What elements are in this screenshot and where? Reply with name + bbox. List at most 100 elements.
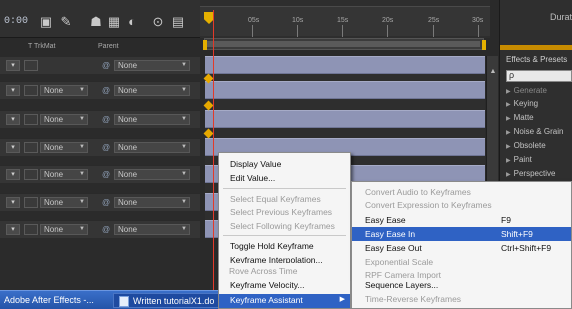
layer-row[interactable]: ▾ None ▼ @ None ▼	[0, 165, 200, 183]
submenu-item-convert-audio-to-keyframes[interactable]: Convert Audio to Keyframes	[352, 185, 571, 199]
layer-duration-bar[interactable]	[205, 81, 485, 99]
pickwhip-icon[interactable]: @	[100, 85, 112, 96]
layer-switch-box[interactable]	[24, 169, 38, 180]
layer-switch-dropdown[interactable]: ▾	[6, 224, 20, 235]
effects-search-input[interactable]: ρ	[506, 70, 572, 82]
effects-presets-tab[interactable]: Effects & Presets	[506, 55, 567, 64]
menu-item-keyframe-velocity[interactable]: Keyframe Velocity...	[230, 280, 304, 290]
parent-dropdown[interactable]: None ▼	[114, 142, 190, 153]
layer-switch-dropdown[interactable]: ▾	[6, 169, 20, 180]
parent-dropdown[interactable]: None ▼	[114, 85, 190, 96]
menu-item-display-value[interactable]: Display Value	[219, 157, 350, 171]
layer-duration-bar[interactable]	[205, 110, 485, 128]
submenu-item-time-reverse-keyframes[interactable]: Time-Reverse Keyframes	[365, 294, 461, 304]
layer-switch-box[interactable]	[24, 114, 38, 125]
layer-row[interactable]: ▾ @ None ▼	[0, 56, 200, 74]
work-area-bar[interactable]	[204, 38, 484, 50]
layer-switch-box[interactable]	[24, 60, 38, 71]
layer-row[interactable]: ▾ None ▼ @ None ▼	[0, 193, 200, 211]
parent-dropdown[interactable]: None ▼	[114, 169, 190, 180]
menu-item-select-previous-keyframes[interactable]: Select Previous Keyframes	[219, 205, 350, 219]
expand-triangle-icon: ▶	[506, 172, 511, 178]
work-area-start-handle[interactable]	[203, 40, 207, 50]
menu-item-edit-value[interactable]: Edit Value...	[219, 171, 350, 185]
menu-item-select-following-keyframes[interactable]: Select Following Keyframes	[219, 219, 350, 233]
layer-duration-bar[interactable]	[205, 56, 485, 74]
pickwhip-icon[interactable]: @	[100, 224, 112, 235]
menu-item-keyframe-assistant[interactable]: Keyframe Assistant ▶	[219, 294, 350, 308]
ruler-strip[interactable]: 05s 10s 15s 20s 25s 30s	[200, 6, 490, 37]
parent-dropdown[interactable]: None ▼	[114, 60, 190, 71]
effect-category-generate[interactable]: ▶ Generate	[506, 86, 547, 95]
parent-dropdown[interactable]: None ▼	[114, 224, 190, 235]
trkmat-dropdown[interactable]: None ▼	[40, 85, 88, 96]
trkmat-dropdown[interactable]: None ▼	[40, 224, 88, 235]
ruler-label-15s: 15s	[337, 17, 349, 24]
trkmat-dropdown[interactable]: None ▼	[40, 169, 88, 180]
work-area-end-handle[interactable]	[482, 40, 486, 50]
expand-triangle-icon: ▶	[506, 89, 511, 95]
scroll-up-icon[interactable]: ▲	[489, 68, 497, 76]
submenu-item-exponential-scale[interactable]: Exponential Scale	[352, 255, 571, 269]
menu-item-toggle-hold-keyframe[interactable]: Toggle Hold Keyframe	[219, 239, 350, 253]
pickwhip-icon[interactable]: @	[100, 142, 112, 153]
layer-row[interactable]: ▾ None ▼ @ None ▼	[0, 220, 200, 238]
layer-switch-dropdown[interactable]: ▾	[6, 142, 20, 153]
timecode-display[interactable]: 0:00	[4, 16, 28, 27]
submenu-item-convert-expression-to-keyframes[interactable]: Convert Expression to Keyframes	[352, 198, 571, 212]
pickwhip-icon[interactable]: @	[100, 197, 112, 208]
effect-category-obsolete[interactable]: ▶ Obsolete	[506, 141, 546, 150]
effect-category-keying[interactable]: ▶ Keying	[506, 99, 538, 108]
chevron-down-icon: ▼	[79, 199, 85, 205]
expand-triangle-icon: ▶	[506, 158, 511, 164]
pickwhip-icon[interactable]: @	[100, 169, 112, 180]
taskbar-app-after-effects[interactable]: Adobe After Effects -...	[4, 295, 94, 305]
trkmat-dropdown[interactable]: None ▼	[40, 114, 88, 125]
brainstorm-icon[interactable]: ▤	[170, 14, 186, 30]
taskbar-doc-button[interactable]: Written tutorialX1.do	[113, 293, 219, 308]
layer-switch-dropdown[interactable]: ▾	[6, 60, 20, 71]
effect-category-matte[interactable]: ▶ Matte	[506, 113, 534, 122]
layer-row[interactable]: ▾ None ▼ @ None ▼	[0, 110, 200, 128]
effect-category-label: Generate	[513, 86, 547, 95]
pickwhip-icon[interactable]: @	[100, 60, 112, 71]
submenu-item-easy-ease-out[interactable]: Easy Ease Out Ctrl+Shift+F9	[352, 241, 571, 255]
draft-3d-icon[interactable]: ✎	[58, 14, 74, 30]
submenu-item-easy-ease[interactable]: Easy Ease F9	[352, 213, 571, 227]
submenu-item-sequence-layers[interactable]: Sequence Layers...	[365, 280, 438, 290]
layer-switch-box[interactable]	[24, 197, 38, 208]
frame-blending-icon[interactable]: ▦	[106, 14, 122, 30]
pickwhip-icon[interactable]: @	[100, 114, 112, 125]
layer-switch-box[interactable]	[24, 142, 38, 153]
motion-blur-icon[interactable]: ◐	[124, 14, 140, 30]
trkmat-dropdown[interactable]: None ▼	[40, 142, 88, 153]
effect-category-noise-grain[interactable]: ▶ Noise & Grain	[506, 127, 563, 136]
trkmat-value: None	[44, 115, 64, 124]
chevron-down-icon: ▼	[79, 116, 85, 122]
hide-shy-layers-icon[interactable]: ☗	[88, 14, 104, 30]
submenu-item-easy-ease-in[interactable]: Easy Ease In Shift+F9	[352, 227, 571, 241]
layer-switch-box[interactable]	[24, 85, 38, 96]
layer-switch-dropdown[interactable]: ▾	[6, 197, 20, 208]
menu-item-select-equal-keyframes[interactable]: Select Equal Keyframes	[219, 192, 350, 206]
menu-item-rove-across-time[interactable]: Rove Across Time	[229, 266, 298, 276]
ruler-tick	[433, 25, 434, 37]
composition-mini-flowchart-icon[interactable]: ▣	[38, 14, 54, 30]
effect-category-label: Paint	[513, 155, 532, 164]
effect-category-perspective[interactable]: ▶ Perspective	[506, 169, 555, 178]
work-area-fill[interactable]	[206, 41, 480, 47]
layer-switch-dropdown[interactable]: ▾	[6, 114, 20, 125]
trkmat-dropdown[interactable]: None ▼	[40, 197, 88, 208]
layer-switch-box[interactable]	[24, 224, 38, 235]
layer-row[interactable]: ▾ None ▼ @ None ▼	[0, 81, 200, 99]
layer-row[interactable]: ▾ None ▼ @ None ▼	[0, 138, 200, 156]
time-ruler[interactable]: 05s 10s 15s 20s 25s 30s	[200, 0, 490, 38]
effect-category-paint[interactable]: ▶ Paint	[506, 155, 532, 164]
parent-dropdown[interactable]: None ▼	[114, 114, 190, 125]
current-time-indicator-line[interactable]	[213, 10, 214, 290]
layer-switch-dropdown[interactable]: ▾	[6, 85, 20, 96]
graph-editor-icon[interactable]: ⊙	[150, 14, 166, 30]
trkmat-column-header: T TrkMat	[28, 43, 56, 50]
parent-value: None	[118, 115, 138, 124]
parent-dropdown[interactable]: None ▼	[114, 197, 190, 208]
